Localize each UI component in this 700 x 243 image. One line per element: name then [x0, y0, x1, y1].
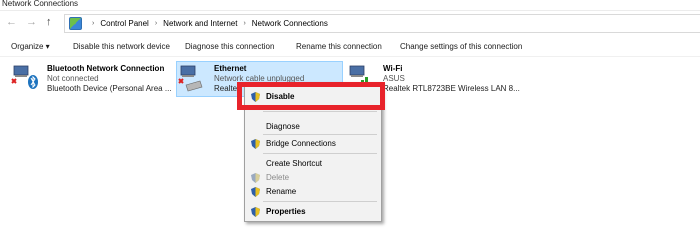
shield-icon	[251, 139, 260, 149]
connection-name: Bluetooth Network Connection	[47, 64, 165, 73]
organize-button[interactable]: Organize ▾	[11, 42, 50, 51]
menu-separator	[263, 153, 377, 154]
disable-device-button[interactable]: Disable this network device	[73, 42, 170, 51]
menu-separator	[263, 201, 377, 202]
menu-item-label: Create Shortcut	[266, 159, 323, 168]
menu-item-delete[interactable]: Delete	[245, 171, 381, 185]
diagnose-connection-button[interactable]: Diagnose this connection	[185, 42, 274, 51]
disable-highlight-box	[237, 82, 385, 110]
change-settings-button[interactable]: Change settings of this connection	[400, 42, 522, 51]
address-bar: ← → ↑ › Control Panel › Network and Inte…	[0, 12, 700, 34]
menu-item-label: Delete	[266, 173, 290, 182]
ethernet-adapter-icon	[178, 65, 203, 92]
menu-item-label: Rename	[266, 187, 297, 196]
rename-connection-button[interactable]: Rename this connection	[296, 42, 382, 51]
connection-name: Wi-Fi	[383, 64, 403, 73]
control-panel-icon	[69, 17, 82, 30]
chevron-right-icon: ›	[243, 20, 246, 27]
connection-bluetooth[interactable]: Bluetooth Network Connection Not connect…	[11, 62, 176, 98]
connection-status: Not connected	[47, 74, 99, 83]
shield-icon	[251, 207, 260, 217]
chevron-right-icon: ›	[92, 20, 95, 27]
shield-icon	[251, 187, 260, 197]
forward-icon[interactable]: →	[26, 17, 37, 28]
menu-item-properties[interactable]: Properties	[245, 205, 381, 219]
menu-separator	[263, 111, 377, 112]
menu-separator	[263, 134, 377, 135]
breadcrumb-network-and-internet[interactable]: Network and Internet	[163, 19, 237, 28]
menu-item-label: Diagnose	[266, 122, 300, 131]
breadcrumb[interactable]: › Control Panel › Network and Internet ›…	[64, 14, 700, 33]
breadcrumb-network-connections[interactable]: Network Connections	[252, 19, 328, 28]
command-bar: Organize ▾ Disable this network device D…	[0, 38, 700, 57]
connection-name: Ethernet	[214, 64, 247, 73]
menu-item-bridge-connections[interactable]: Bridge Connections	[245, 137, 381, 151]
shield-icon	[251, 173, 260, 183]
connection-device: Realtek RTL8723BE Wireless LAN 8...	[383, 84, 520, 93]
back-icon[interactable]: ←	[6, 17, 17, 28]
connection-device: Bluetooth Device (Personal Area ...	[47, 84, 172, 93]
menu-item-diagnose[interactable]: Diagnose	[245, 120, 381, 134]
connection-status: ASUS	[383, 74, 405, 83]
breadcrumb-control-panel[interactable]: Control Panel	[100, 19, 148, 28]
window-title: Network Connections	[2, 0, 79, 8]
up-icon[interactable]: ↑	[46, 17, 52, 28]
menu-item-create-shortcut[interactable]: Create Shortcut	[245, 157, 381, 171]
bluetooth-adapter-icon	[11, 65, 38, 89]
menu-item-label: Properties	[266, 207, 306, 216]
menu-item-rename[interactable]: Rename	[245, 185, 381, 199]
title-bar: Network Connections	[0, 0, 700, 11]
menu-item-label: Bridge Connections	[266, 139, 336, 148]
chevron-right-icon: ›	[154, 20, 158, 27]
